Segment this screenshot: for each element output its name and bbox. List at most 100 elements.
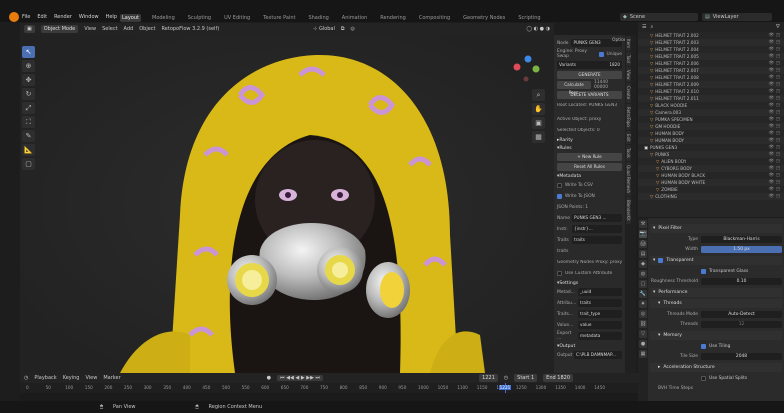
data-tab-icon[interactable]: ▽ xyxy=(639,330,647,338)
outliner-row[interactable]: ▽ PUNKS 👁 ◳ xyxy=(638,151,784,158)
tab-shading[interactable]: Shading xyxy=(306,14,330,22)
proportional-icon[interactable]: ◎ xyxy=(350,26,354,32)
add-cube-tool-icon[interactable]: ▢ xyxy=(22,158,35,170)
calculate-button[interactable]: Calculate Poss. xyxy=(557,81,592,95)
tile-size-field[interactable]: 2048 xyxy=(701,353,782,360)
outliner-editor-icon[interactable]: ☰ xyxy=(642,24,646,30)
tab-quad-remesh[interactable]: Quad Remesh xyxy=(626,162,631,197)
record-icon[interactable]: ● xyxy=(267,375,271,381)
outliner-row[interactable]: ▽ PUMKA SPECIMEN 👁 ◳ xyxy=(638,116,784,123)
new-rule-button[interactable]: + New Rule xyxy=(557,153,622,161)
tab-modeling[interactable]: Modeling xyxy=(150,14,177,22)
visibility-icon[interactable]: 👁 ◳ xyxy=(769,145,780,150)
scene-tab-icon[interactable]: ◆ xyxy=(639,260,647,268)
settings-section[interactable]: ▾ Settings xyxy=(557,281,622,286)
timeline-menu-view[interactable]: View xyxy=(85,375,97,381)
variants-field[interactable]: Variants 1820 xyxy=(557,61,622,69)
playback-controls[interactable]: ⏮ ◀◀ ◀ ▶ ▶▶ ⏭ xyxy=(277,375,324,381)
outliner-row[interactable]: ▽ HELMET TRAIT 2.006 👁 ◳ xyxy=(638,60,784,67)
select-tool-icon[interactable]: ↖ xyxy=(22,46,35,58)
outliner-row[interactable]: ▽ HUMAN BODY WHITE 👁 ◳ xyxy=(638,179,784,186)
editor-type-button[interactable]: ▣ xyxy=(24,25,35,33)
type-dropdown[interactable]: Blackman-Harris xyxy=(701,236,782,243)
outliner-row[interactable]: ▽ CYBORG BODY 👁 ◳ xyxy=(638,165,784,172)
measure-tool-icon[interactable]: 📐 xyxy=(22,144,35,156)
visibility-icon[interactable]: 👁 ◳ xyxy=(769,82,780,87)
instr-field[interactable]: {instr}... xyxy=(572,225,622,233)
outliner-row[interactable]: ▽ HELMET TRAIT 2.010 👁 ◳ xyxy=(638,88,784,95)
rules-section[interactable]: ▾ Rules xyxy=(557,146,622,151)
tab-blenderkit[interactable]: BlenderKit xyxy=(626,197,631,224)
outliner-row[interactable]: ▽ HELMET TRAIT 2.003 👁 ◳ xyxy=(638,39,784,46)
outliner-row[interactable]: ▽ HELMET TRAIT 2.004 👁 ◳ xyxy=(638,46,784,53)
tab-retrotopo[interactable]: RetroTopo xyxy=(626,103,631,130)
threads-section[interactable]: ▾ Threads xyxy=(650,299,782,308)
tab-animation[interactable]: Animation xyxy=(340,14,370,22)
outliner-row[interactable]: ▽ ZOMBIE 👁 ◳ xyxy=(638,186,784,193)
visibility-icon[interactable]: 👁 ◳ xyxy=(769,75,780,80)
outliner-row[interactable]: ▽ BLACK HOODIE 👁 ◳ xyxy=(638,102,784,109)
orientation-dropdown[interactable]: ⊹ Global xyxy=(313,26,335,32)
current-frame-field[interactable]: 1221 xyxy=(479,374,498,382)
settings-row-field[interactable]: trait_type xyxy=(578,310,622,318)
write-json-checkbox[interactable] xyxy=(557,193,562,199)
settings-row-field[interactable]: _uuid xyxy=(578,288,622,296)
memory-section[interactable]: ▾ Memory xyxy=(650,331,782,340)
tab-texture-paint[interactable]: Texture Paint xyxy=(261,14,297,22)
visibility-icon[interactable]: 👁 ◳ xyxy=(769,47,780,52)
blender-logo-icon[interactable] xyxy=(9,12,19,22)
tab-compositing[interactable]: Compositing xyxy=(417,14,452,22)
outliner-row[interactable]: ▽ HELMET TRAIT 2.005 👁 ◳ xyxy=(638,53,784,60)
visibility-icon[interactable]: 👁 ◳ xyxy=(769,124,780,129)
search-icon[interactable]: ⌕ xyxy=(650,24,653,30)
camera-view-icon[interactable]: ▣ xyxy=(532,117,545,129)
start-frame-field[interactable]: Start 1 xyxy=(514,374,538,382)
texture-tab-icon[interactable]: ▦ xyxy=(639,350,647,358)
visibility-icon[interactable]: 👁 ◳ xyxy=(769,159,780,164)
material-tab-icon[interactable]: ● xyxy=(639,340,647,348)
roughness-field[interactable]: 0.10 xyxy=(701,278,782,285)
outliner-row[interactable]: ▽ CLOTHING 👁 ◳ xyxy=(638,193,784,200)
tab-sculpting[interactable]: Sculpting xyxy=(186,14,213,22)
view-layer-selector[interactable]: ▤ ViewLayer xyxy=(702,13,772,21)
visibility-icon[interactable]: 👁 ◳ xyxy=(769,68,780,73)
visibility-icon[interactable]: 👁 ◳ xyxy=(769,40,780,45)
tab-item[interactable]: Item xyxy=(626,36,631,52)
timeline-menu-playback[interactable]: Playback xyxy=(34,375,56,381)
threads-mode-dropdown[interactable]: Auto-Detect xyxy=(701,311,782,318)
filter-icon[interactable]: ⛛ xyxy=(776,24,780,30)
timeline-menu-keying[interactable]: Keying xyxy=(63,375,80,381)
menu-edit[interactable]: Edit xyxy=(37,14,47,20)
retopoflow-label[interactable]: RetopoFlow 3.2.9 (self) xyxy=(162,26,220,32)
timeline-ruler[interactable]: 0 50 100 150 200 250 300 350 400 450 500 550 600 650 7… xyxy=(20,383,638,393)
settings-row-field[interactable]: metadata xyxy=(578,332,622,340)
delete-variants-button[interactable]: DELETE VARIANTS xyxy=(557,91,622,99)
acceleration-section[interactable]: ▸ Acceleration Structure xyxy=(650,363,782,372)
outliner-row[interactable]: ▽ HUMAN BODY 👁 ◳ xyxy=(638,130,784,137)
tab-tool[interactable]: Tool xyxy=(626,52,631,66)
tab-layout[interactable]: Layout xyxy=(120,14,141,22)
constraints-tab-icon[interactable]: ⛓ xyxy=(639,320,647,328)
render-tab-icon[interactable]: 📷 xyxy=(639,230,647,238)
mode-dropdown[interactable]: Object Mode xyxy=(40,25,79,33)
scale-tool-icon[interactable]: ⤢ xyxy=(22,102,35,114)
tab-view[interactable]: View xyxy=(626,66,631,83)
threads-field[interactable]: 12 xyxy=(701,321,782,328)
unique-checkbox[interactable] xyxy=(598,51,604,57)
tab-rendering[interactable]: Rendering xyxy=(378,14,408,22)
tab-create[interactable]: Create xyxy=(626,83,631,103)
metadata-section[interactable]: ▾ Metadata xyxy=(557,174,622,179)
scene-selector[interactable]: ◆ Scene xyxy=(620,13,698,21)
custom-attribute-checkbox[interactable] xyxy=(557,270,562,276)
visibility-icon[interactable]: 👁 ◳ xyxy=(769,194,780,199)
tool-tab-icon[interactable]: ⚒ xyxy=(639,220,647,228)
output-tab-icon[interactable]: 🖨 xyxy=(639,240,647,248)
visibility-icon[interactable]: 👁 ◳ xyxy=(769,110,780,115)
timeline-menu-marker[interactable]: Marker xyxy=(103,375,120,381)
physics-tab-icon[interactable]: ◎ xyxy=(639,310,647,318)
performance-section[interactable]: ▾ Performance xyxy=(650,288,782,297)
pixel-filter-section[interactable]: ▾ Pixel Filter xyxy=(650,224,782,233)
output-path-field[interactable]: C:\PLB DAMNMAP... xyxy=(574,351,622,359)
object-tab-icon[interactable]: ▢ xyxy=(639,280,647,288)
outliner-row[interactable]: ▽ HELMET TRAIT 2.009 👁 ◳ xyxy=(638,81,784,88)
